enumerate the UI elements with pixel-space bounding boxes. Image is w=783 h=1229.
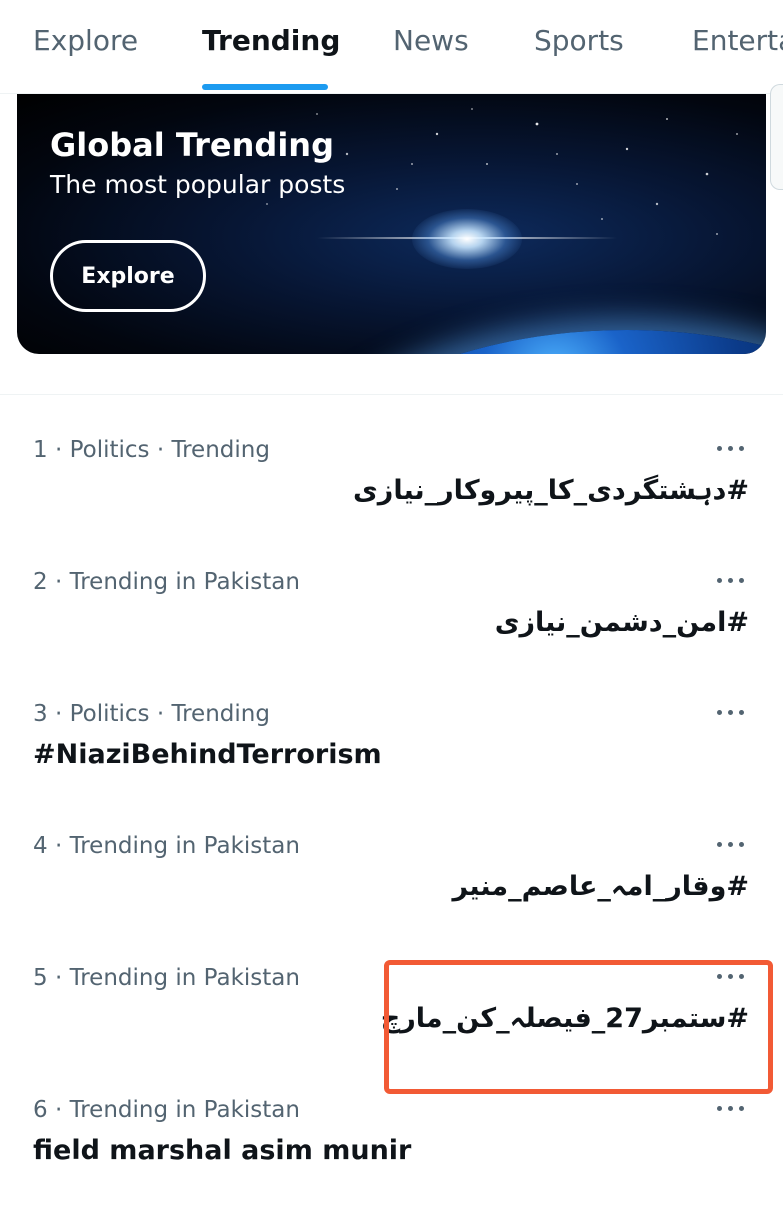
trend-meta: 1 · Politics · Trending <box>33 437 270 463</box>
banner-subtitle: The most popular posts <box>50 170 346 199</box>
more-horizontal-icon[interactable] <box>714 698 748 728</box>
trend-item[interactable]: 3 · Politics · Trending #NiaziBehindTerr… <box>0 701 783 833</box>
trend-item[interactable]: 4 · Trending in Pakistan #وقار_امہ_عاصم_… <box>0 833 783 965</box>
more-horizontal-icon[interactable] <box>714 434 748 464</box>
trend-title: #دہشتگردی_کا_پیروکار_نیازی <box>353 475 749 506</box>
tab-trending[interactable]: Trending <box>202 24 340 57</box>
global-trending-banner[interactable]: Global Trending The most popular posts E… <box>17 94 766 354</box>
tab-entertainment[interactable]: Enterta <box>692 24 783 57</box>
scroll-handle[interactable] <box>770 84 783 190</box>
trend-item[interactable]: 1 · Politics · Trending #دہشتگردی_کا_پیر… <box>0 437 783 569</box>
tab-news[interactable]: News <box>393 24 469 57</box>
trend-meta: 6 · Trending in Pakistan <box>33 1097 300 1123</box>
trend-item[interactable]: 6 · Trending in Pakistan field marshal a… <box>0 1097 783 1229</box>
banner-title: Global Trending <box>50 126 334 164</box>
active-tab-indicator <box>202 84 328 90</box>
banner-explore-button[interactable]: Explore <box>50 240 206 312</box>
trend-title: field marshal asim munir <box>33 1135 412 1166</box>
trend-title: #NiaziBehindTerrorism <box>33 739 382 770</box>
trend-item[interactable]: 2 · Trending in Pakistan #امن_دشمن_نیازی <box>0 569 783 701</box>
more-horizontal-icon[interactable] <box>714 830 748 860</box>
more-horizontal-icon[interactable] <box>714 566 748 596</box>
more-horizontal-icon[interactable] <box>714 1094 748 1124</box>
tab-bar: Explore Trending News Sports Enterta <box>0 0 783 94</box>
trend-meta: 5 · Trending in Pakistan <box>33 965 300 991</box>
trend-title: #امن_دشمن_نیازی <box>494 607 749 638</box>
trend-title: #وقار_امہ_عاصم_منیر <box>452 871 749 902</box>
section-divider <box>0 394 783 395</box>
sunrise-flare <box>412 209 522 269</box>
trend-meta: 4 · Trending in Pakistan <box>33 833 300 859</box>
tab-sports[interactable]: Sports <box>534 24 624 57</box>
highlight-annotation-box <box>384 960 773 1094</box>
tab-explore[interactable]: Explore <box>33 24 138 57</box>
trend-meta: 3 · Politics · Trending <box>33 701 270 727</box>
trend-meta: 2 · Trending in Pakistan <box>33 569 300 595</box>
